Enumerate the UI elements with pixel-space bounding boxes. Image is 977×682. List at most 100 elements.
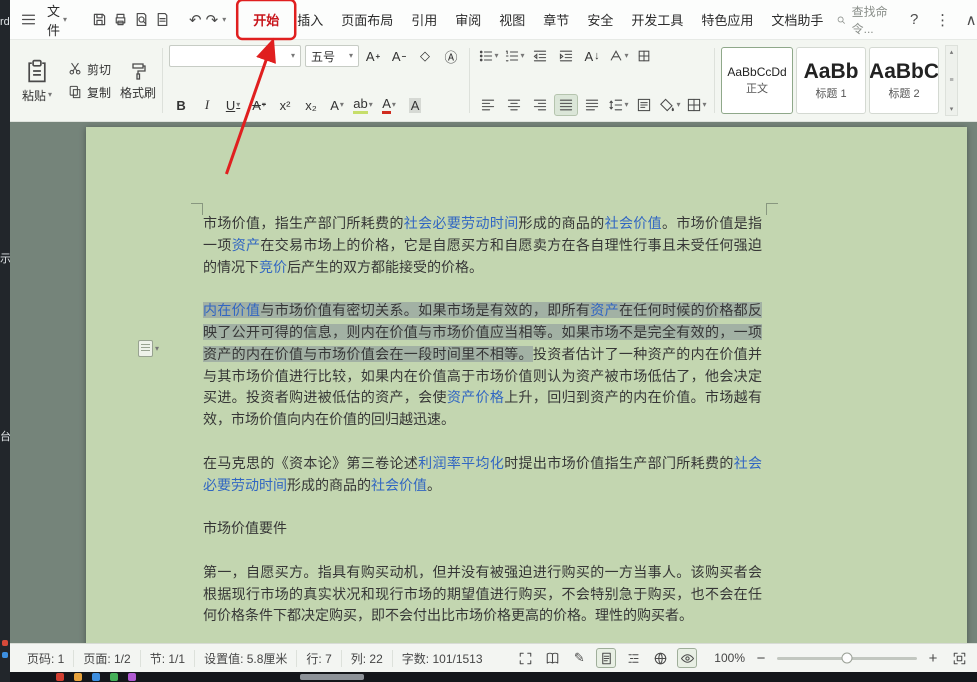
scroll-down-icon[interactable]: ▾ — [950, 105, 954, 113]
numbered-list-icon[interactable]: ▾ — [502, 45, 526, 67]
redo-dropdown-icon[interactable]: ▾ — [222, 16, 226, 24]
clear-format-icon[interactable]: ◇ — [413, 45, 437, 67]
hamburger-menu-icon[interactable] — [20, 8, 37, 32]
align-left-icon[interactable] — [476, 94, 500, 116]
increase-font-icon[interactable]: A+ — [361, 45, 385, 67]
print-layout-icon[interactable] — [596, 648, 616, 668]
status-item[interactable]: 字数: 101/1513 — [393, 650, 492, 667]
web-layout-icon[interactable] — [650, 648, 670, 668]
menu-tab[interactable]: 章节 — [534, 5, 578, 34]
fit-screen-icon[interactable] — [949, 648, 969, 668]
superscript-button[interactable]: x² — [273, 94, 297, 116]
menu-tab[interactable]: 审阅 — [446, 5, 490, 34]
menu-tab[interactable]: 开发工具 — [622, 5, 692, 34]
menu-tab[interactable]: 视图 — [490, 5, 534, 34]
print-icon[interactable] — [112, 8, 129, 32]
align-right-icon[interactable] — [528, 94, 552, 116]
menu-tab[interactable]: 安全 — [578, 5, 622, 34]
fullscreen-icon[interactable] — [515, 648, 535, 668]
character-border-icon[interactable]: A▾ — [325, 94, 349, 116]
font-name-combobox[interactable]: ▾ — [169, 45, 301, 67]
paragraph[interactable]: 在马克思的《资本论》第三卷论述利润率平均化时提出市场价值指生产部门所耗费的社会必… — [203, 453, 762, 497]
underline-button[interactable]: U▾ — [221, 94, 245, 116]
style-card-heading-1[interactable]: AaBb标题 1 — [796, 47, 866, 114]
menu-tab[interactable]: 特色应用 — [692, 5, 762, 34]
shading-icon[interactable]: ▾ — [658, 94, 682, 116]
save-icon[interactable] — [91, 8, 108, 32]
paragraph[interactable]: 第一，自愿买方。指具有购买动机，但并没有被强迫进行购买的一方当事人。该购买者会根… — [203, 562, 762, 627]
status-item[interactable]: 节: 1/1 — [141, 650, 195, 667]
eye-protection-icon[interactable] — [677, 648, 697, 668]
subscript-button[interactable]: x₂ — [299, 94, 323, 116]
redo-icon[interactable]: ↷ — [206, 11, 219, 29]
character-shading-icon[interactable]: A — [403, 94, 427, 116]
status-item[interactable]: 列: 22 — [342, 650, 393, 667]
kebab-menu-icon[interactable]: ⋮ — [934, 11, 950, 29]
file-menu-button[interactable]: 文件 ▾ — [41, 0, 73, 43]
outline-view-icon[interactable] — [623, 648, 643, 668]
styles-scrollbar[interactable]: ▴ ≡ ▾ — [945, 45, 958, 116]
style-card-body[interactable]: AaBbCcDd正文 — [721, 47, 793, 114]
font-color-icon[interactable]: A▾ — [377, 94, 401, 116]
text-tools-icon[interactable]: ▾ — [606, 45, 630, 67]
gallery-expand-icon[interactable]: ≡ — [949, 77, 953, 84]
hyperlink-text[interactable]: 资产价格 — [447, 389, 504, 405]
font-size-combobox[interactable]: 五号 ▾ — [305, 45, 359, 67]
edit-mode-icon[interactable]: ✎ — [569, 648, 589, 668]
format-painter-button[interactable]: 格式刷 — [120, 84, 156, 101]
decrease-font-icon[interactable]: A− — [387, 45, 411, 67]
collapse-ribbon-icon[interactable]: ∧ — [963, 11, 977, 29]
zoom-slider[interactable] — [777, 657, 917, 660]
menu-tab[interactable]: 页面布局 — [332, 5, 402, 34]
increase-indent-icon[interactable] — [554, 45, 578, 67]
paste-button[interactable]: 粘贴▾ — [16, 47, 58, 115]
paragraph-layout-icon[interactable] — [632, 94, 656, 116]
document-canvas[interactable]: 市场价值，指生产部门所耗费的社会必要劳动时间形成的商品的社会价值。市场价值是指一… — [10, 122, 977, 643]
help-icon[interactable]: ? — [906, 11, 922, 28]
align-center-icon[interactable] — [502, 94, 526, 116]
hyperlink-text[interactable]: 内在价值 — [203, 302, 260, 318]
highlight-color-icon[interactable]: ab▾ — [351, 94, 375, 116]
zoom-in-button[interactable]: + — [925, 650, 941, 667]
hyperlink-text[interactable]: 资产 — [232, 237, 261, 253]
export-pdf-icon[interactable] — [154, 8, 171, 32]
distribute-text-icon[interactable] — [580, 94, 604, 116]
italic-button[interactable]: I — [195, 94, 219, 116]
zoom-value[interactable]: 100% — [714, 651, 745, 665]
menu-tab[interactable]: 引用 — [402, 5, 446, 34]
scroll-up-icon[interactable]: ▴ — [950, 48, 954, 56]
hyperlink-text[interactable]: 资产 — [590, 302, 619, 318]
status-item[interactable]: 行: 7 — [297, 650, 341, 667]
paragraph[interactable]: 市场价值要件 — [203, 518, 762, 540]
read-mode-icon[interactable] — [542, 648, 562, 668]
decrease-indent-icon[interactable] — [528, 45, 552, 67]
zoom-slider-handle[interactable] — [842, 653, 853, 664]
line-spacing-icon[interactable]: ▾ — [606, 94, 630, 116]
cut-button[interactable]: 剪切 — [62, 58, 116, 81]
style-card-heading-2[interactable]: AaBbC标题 2 — [869, 47, 939, 114]
hyperlink-text[interactable]: 社会价值 — [605, 215, 662, 231]
hyperlink-text[interactable]: 社会必要劳动时间 — [404, 215, 519, 231]
copy-button[interactable]: 复制 — [62, 81, 116, 104]
align-justify-icon[interactable] — [554, 94, 578, 116]
bold-button[interactable]: B — [169, 94, 193, 116]
tab-grid-icon[interactable] — [632, 45, 656, 67]
paste-options-floatie[interactable]: ▾ — [138, 340, 159, 357]
strikethrough-button[interactable]: A▾ — [247, 94, 271, 116]
status-item[interactable]: 页面: 1/2 — [74, 650, 140, 667]
paragraph[interactable]: 市场价值，指生产部门所耗费的社会必要劳动时间形成的商品的社会价值。市场价值是指一… — [203, 213, 762, 278]
hyperlink-text[interactable]: 竞价 — [259, 259, 287, 275]
menu-tab[interactable]: 文档助手 — [762, 5, 832, 34]
print-preview-icon[interactable] — [133, 8, 150, 32]
zoom-out-button[interactable]: − — [753, 650, 769, 667]
borders-icon[interactable]: ▾ — [684, 94, 708, 116]
tab-home-active[interactable]: 开始 — [244, 5, 288, 34]
document-page[interactable]: 市场价值，指生产部门所耗费的社会必要劳动时间形成的商品的社会价值。市场价值是指一… — [86, 127, 967, 643]
sort-icon[interactable]: A↓ — [580, 45, 604, 67]
search-command-box[interactable]: 查找命令... — [836, 3, 894, 37]
bullet-list-icon[interactable]: ▾ — [476, 45, 500, 67]
pinyin-guide-icon[interactable]: Ⓐ — [439, 45, 463, 67]
hyperlink-text[interactable]: 社会价值 — [371, 477, 427, 493]
menu-tab[interactable]: 插入 — [288, 5, 332, 34]
status-item[interactable]: 页码: 1 — [18, 650, 74, 667]
